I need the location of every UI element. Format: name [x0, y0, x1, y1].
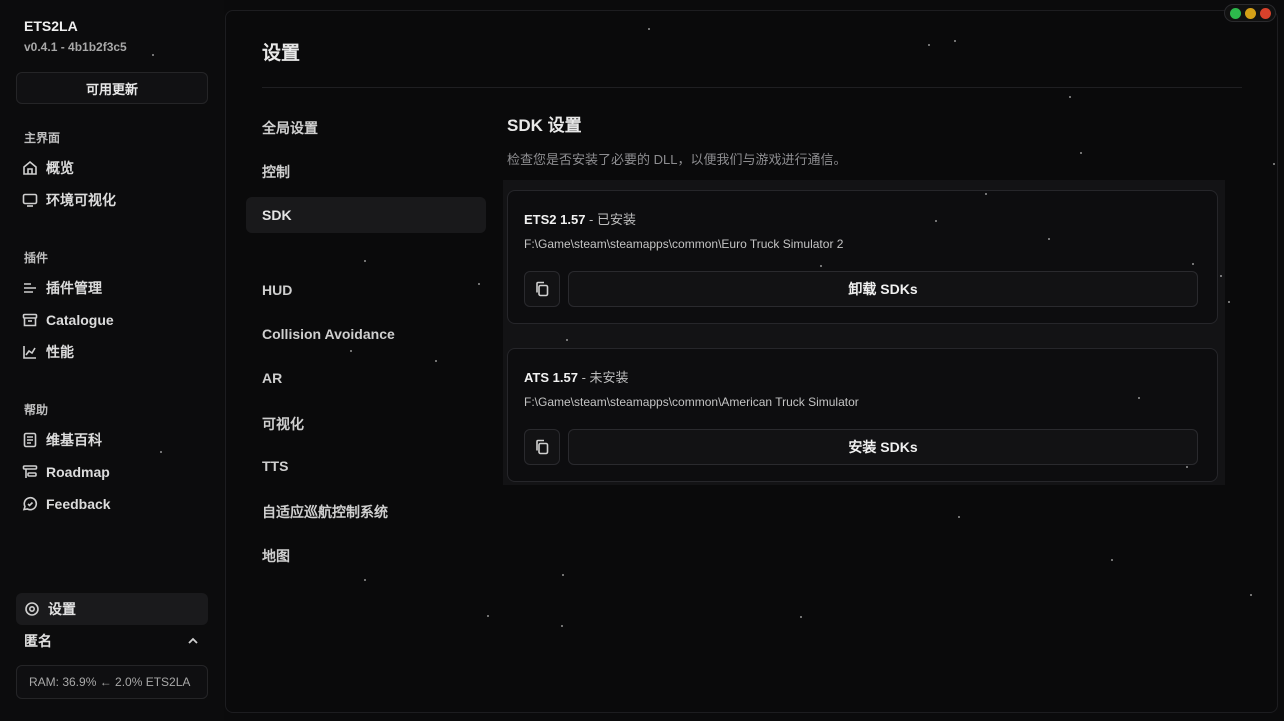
- game-path: F:\Game\steam\steamapps\common\Euro Truc…: [524, 237, 844, 251]
- subnav-item-acc[interactable]: 自适应巡航控制系统: [262, 502, 388, 522]
- book-icon: [23, 432, 37, 448]
- sidebar-item-roadmap[interactable]: Roadmap: [22, 461, 110, 483]
- sidebar-item-label: 环境可视化: [46, 192, 116, 208]
- user-name: 匿名: [24, 633, 52, 649]
- archive-icon: [22, 313, 38, 327]
- game-name: ETS2 1.57: [524, 212, 586, 227]
- uninstall-sdk-button[interactable]: 卸载 SDKs: [568, 271, 1198, 307]
- sidebar-item-wiki[interactable]: 维基百科: [22, 429, 102, 451]
- subnav-item-sdk[interactable]: SDK: [246, 197, 486, 233]
- window-maximize-dot[interactable]: [1259, 7, 1271, 19]
- sidebar-item-label: 设置: [48, 601, 76, 617]
- install-status: - 未安装: [577, 370, 629, 385]
- page-title: 设置: [262, 43, 301, 64]
- window-controls: [1224, 4, 1276, 22]
- sidebar-item-overview[interactable]: 概览: [22, 157, 74, 179]
- app-version: v0.4.1 - 4b1b2f3c5: [24, 40, 127, 54]
- home-icon: [23, 160, 37, 175]
- list-icon: [24, 283, 36, 293]
- sidebar-item-label: 性能: [46, 344, 74, 360]
- gear-icon: [25, 602, 39, 616]
- sidebar-item-label: 概览: [46, 160, 74, 176]
- sidebar-item-performance[interactable]: 性能: [22, 341, 74, 363]
- sdk-card-ats: ATS 1.57 - 未安装 F:\Game\steam\steamapps\c…: [507, 348, 1218, 482]
- install-status: - 已安装: [585, 212, 636, 227]
- subnav-item-hud[interactable]: HUD: [262, 282, 292, 298]
- section-label-help: 帮助: [24, 403, 49, 417]
- section-label-plugins: 插件: [24, 251, 49, 265]
- subnav-item-ar[interactable]: AR: [262, 370, 282, 386]
- sidebar-item-label: Roadmap: [46, 464, 110, 480]
- subnav-item-controls[interactable]: 控制: [262, 162, 290, 182]
- game-header: ATS 1.57 - 未安装: [524, 367, 629, 386]
- feedback-icon: [22, 496, 38, 511]
- sidebar: ETS2LA v0.4.1 - 4b1b2f3c5 可用更新 主界面 概览 环境…: [0, 0, 224, 721]
- sidebar-item-feedback[interactable]: Feedback: [22, 493, 111, 515]
- chevron-up-icon: [188, 637, 198, 644]
- sdk-cards: ETS2 1.57 - 已安装 F:\Game\steam\steamapps\…: [503, 180, 1225, 485]
- subnav-item-collision-avoidance[interactable]: Collision Avoidance: [262, 326, 395, 342]
- game-header: ETS2 1.57 - 已安装: [524, 209, 636, 228]
- game-name: ATS 1.57: [524, 370, 578, 385]
- install-sdk-button[interactable]: 安装 SDKs: [568, 429, 1198, 465]
- app-title: ETS2LA: [24, 18, 78, 34]
- subnav-item-tts[interactable]: TTS: [262, 458, 288, 474]
- update-available-button[interactable]: 可用更新: [16, 72, 208, 104]
- sidebar-item-label: Catalogue: [46, 312, 114, 328]
- stats-text: RAM: 36.9% ← 2.0% ETS2LA: [29, 675, 191, 689]
- window-minimize-dot[interactable]: [1244, 7, 1256, 19]
- copy-icon: [536, 281, 549, 297]
- divider: [262, 87, 1242, 88]
- sidebar-item-label: Feedback: [46, 496, 111, 512]
- sidebar-item-plugin-manager[interactable]: 插件管理: [22, 277, 102, 299]
- sidebar-item-label: 插件管理: [46, 280, 102, 296]
- chart-icon: [23, 346, 36, 359]
- stats-box: RAM: 36.9% ← 2.0% ETS2LA: [16, 665, 208, 699]
- user-menu[interactable]: 匿名: [24, 631, 200, 651]
- sdk-section-description: 检查您是否安装了必要的 DLL，以便我们与游戏进行通信。: [507, 152, 847, 167]
- sdk-section-title: SDK 设置: [507, 116, 582, 135]
- subnav-item-map[interactable]: 地图: [262, 546, 290, 566]
- window-close-dot[interactable]: [1229, 7, 1241, 19]
- subnav-item-visualization[interactable]: 可视化: [262, 414, 304, 434]
- roadmap-icon: [22, 465, 38, 478]
- section-label-main: 主界面: [24, 131, 61, 145]
- copy-path-button[interactable]: [524, 429, 560, 465]
- sidebar-item-label: 维基百科: [46, 432, 102, 448]
- copy-icon: [536, 439, 549, 455]
- monitor-icon: [22, 193, 38, 207]
- sidebar-item-catalogue[interactable]: Catalogue: [22, 309, 114, 331]
- sdk-card-ets2: ETS2 1.57 - 已安装 F:\Game\steam\steamapps\…: [507, 190, 1218, 324]
- subnav-item-global[interactable]: 全局设置: [262, 118, 318, 138]
- copy-path-button[interactable]: [524, 271, 560, 307]
- sidebar-item-settings[interactable]: 设置: [16, 593, 208, 625]
- game-path: F:\Game\steam\steamapps\common\American …: [524, 395, 859, 409]
- sidebar-item-visualization[interactable]: 环境可视化: [22, 189, 116, 211]
- main-panel: 设置 全局设置 控制 SDK HUD Collision Avoidance A…: [225, 10, 1278, 713]
